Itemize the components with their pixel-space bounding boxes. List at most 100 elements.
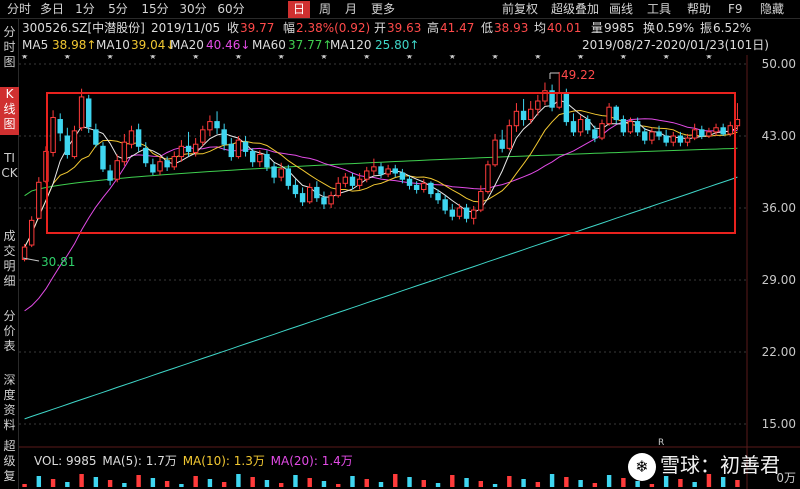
tab-monthly[interactable]: 月: [340, 1, 362, 18]
event-star-icon: ★: [449, 55, 456, 61]
candle-down: [392, 168, 398, 174]
amplitude-value: 6.52%: [713, 21, 752, 35]
volume-bar: [221, 482, 227, 487]
candle-up: [307, 186, 313, 203]
menu-draw-line[interactable]: 画线: [609, 1, 633, 18]
candle-down: [221, 129, 227, 145]
event-star-icon: ★: [192, 55, 199, 61]
ma-legend: MA5 38.98↑ MA10 39.04↓ MA20 40.46↓ MA60 …: [0, 37, 800, 53]
nav-price-table[interactable]: 分价表: [0, 309, 19, 357]
volume-bar: [136, 475, 141, 487]
volume-bar: [649, 484, 655, 487]
tab-weekly[interactable]: 周: [314, 1, 336, 18]
tab-60min[interactable]: 60分: [212, 1, 250, 18]
candle-up: [207, 121, 213, 131]
candle-down: [656, 131, 662, 137]
tab-30min[interactable]: 30分: [174, 1, 212, 18]
stock-code: 300526.SZ[中潜股份]: [22, 21, 145, 35]
candle-down: [428, 182, 434, 195]
event-star-icon: ★: [107, 55, 114, 61]
vol-value: 9985: [604, 21, 635, 35]
nav-trade-detail[interactable]: 成交明细: [0, 229, 19, 291]
candle-down: [349, 176, 356, 186]
menu-hide[interactable]: 隐藏: [760, 1, 784, 18]
candle-up: [470, 209, 477, 219]
volume-bar: [393, 474, 398, 487]
close-label: 收: [227, 21, 240, 35]
candle-down: [285, 168, 292, 186]
snowball-logo-icon: ❄: [628, 452, 656, 481]
candle-down: [150, 164, 156, 173]
menu-forward-adjust[interactable]: 前复权: [502, 1, 538, 18]
tab-intraday[interactable]: 分时: [2, 1, 36, 18]
volume-bar: [421, 480, 426, 487]
candle-down: [570, 121, 577, 133]
candle-up: [36, 181, 42, 219]
candle-up: [364, 170, 370, 180]
candle-up: [421, 182, 427, 190]
volume-bar: [193, 476, 198, 487]
candle-up: [78, 96, 85, 129]
candle-up: [492, 139, 498, 166]
menu-f9[interactable]: F9: [728, 1, 743, 18]
candle-up: [114, 160, 120, 180]
candle-down: [185, 145, 192, 152]
candle-up: [506, 125, 513, 149]
volume-bar: [307, 478, 312, 487]
volume-bar: [507, 476, 512, 487]
volume-bar: [278, 483, 284, 487]
nav-kline-chart[interactable]: K线图: [0, 87, 19, 135]
tab-daily[interactable]: 日: [288, 1, 310, 18]
volume-bar: [150, 478, 156, 487]
volume-bar: [293, 475, 298, 487]
high-value: 41.47: [440, 21, 475, 35]
ma10-label: MA10: [96, 38, 130, 52]
candle-down: [642, 131, 648, 141]
candle-up: [713, 127, 719, 133]
menu-help[interactable]: 帮助: [687, 1, 711, 18]
candle-down: [592, 129, 598, 139]
volume-bar: [578, 480, 583, 487]
candle-down: [86, 98, 92, 128]
event-star-icon: ★: [278, 55, 285, 61]
tab-15min[interactable]: 15分: [136, 1, 174, 18]
volume-bar: [321, 481, 327, 487]
ma5-label: MA5: [22, 38, 49, 52]
menu-super-overlay[interactable]: 超级叠加: [551, 1, 599, 18]
price-tick-15: 15.00: [761, 417, 796, 431]
menu-tools[interactable]: 工具: [647, 1, 671, 18]
candle-down: [720, 127, 726, 135]
candle-down: [520, 110, 527, 121]
high-label: 高: [427, 21, 440, 35]
candle-down: [499, 139, 505, 149]
kline-chart[interactable]: ★ ★ ★ ★ ★ ★ ★ ★ ★ ★ ★ ★ ★ ★ ★ ★ ★ 50.00 43.00 36.00 29.0…: [19, 55, 800, 489]
candle-up: [356, 178, 363, 186]
highlight-box: [46, 92, 736, 234]
candle-up: [706, 131, 712, 137]
quote-info-bar: 300526.SZ[中潜股份] 2019/11/05 收 39.77 幅 2.3…: [0, 19, 800, 37]
low-annotation: 30.81: [41, 255, 76, 269]
candle-up: [278, 168, 284, 178]
volume-bar: [65, 482, 70, 487]
volume-legend: VOL: 9985 MA(5): 1.7万 MA(10): 1.3万 MA(20…: [34, 452, 355, 469]
tab-5min[interactable]: 5分: [102, 1, 134, 18]
tab-more[interactable]: 更多: [366, 1, 400, 18]
volume-bar: [635, 481, 640, 487]
volume-bar: [621, 478, 626, 487]
candle-down: [249, 150, 256, 163]
volume-bar: [364, 479, 369, 487]
candle-down: [299, 193, 306, 203]
date-range: 2019/08/27-2020/01/23(101日): [582, 38, 769, 52]
high-annotation: 49.22: [561, 68, 596, 82]
price-tick-29: 29.00: [761, 273, 796, 287]
tab-multi-day[interactable]: 多日: [36, 1, 68, 18]
ma60-value: 37.77↑: [288, 38, 333, 52]
kline-svg[interactable]: ★ ★ ★ ★ ★ ★ ★ ★ ★ ★ ★ ★ ★ ★ ★ ★ ★: [19, 55, 800, 489]
candle-down: [613, 106, 619, 121]
event-star-icon: ★: [149, 55, 156, 61]
tab-1min[interactable]: 1分: [70, 1, 100, 18]
nav-depth-info[interactable]: 深度资料: [0, 373, 19, 435]
nav-super-restore[interactable]: 超级复: [0, 439, 19, 487]
turnover-label: 换: [643, 21, 656, 35]
nav-tick[interactable]: TICK: [0, 151, 19, 213]
